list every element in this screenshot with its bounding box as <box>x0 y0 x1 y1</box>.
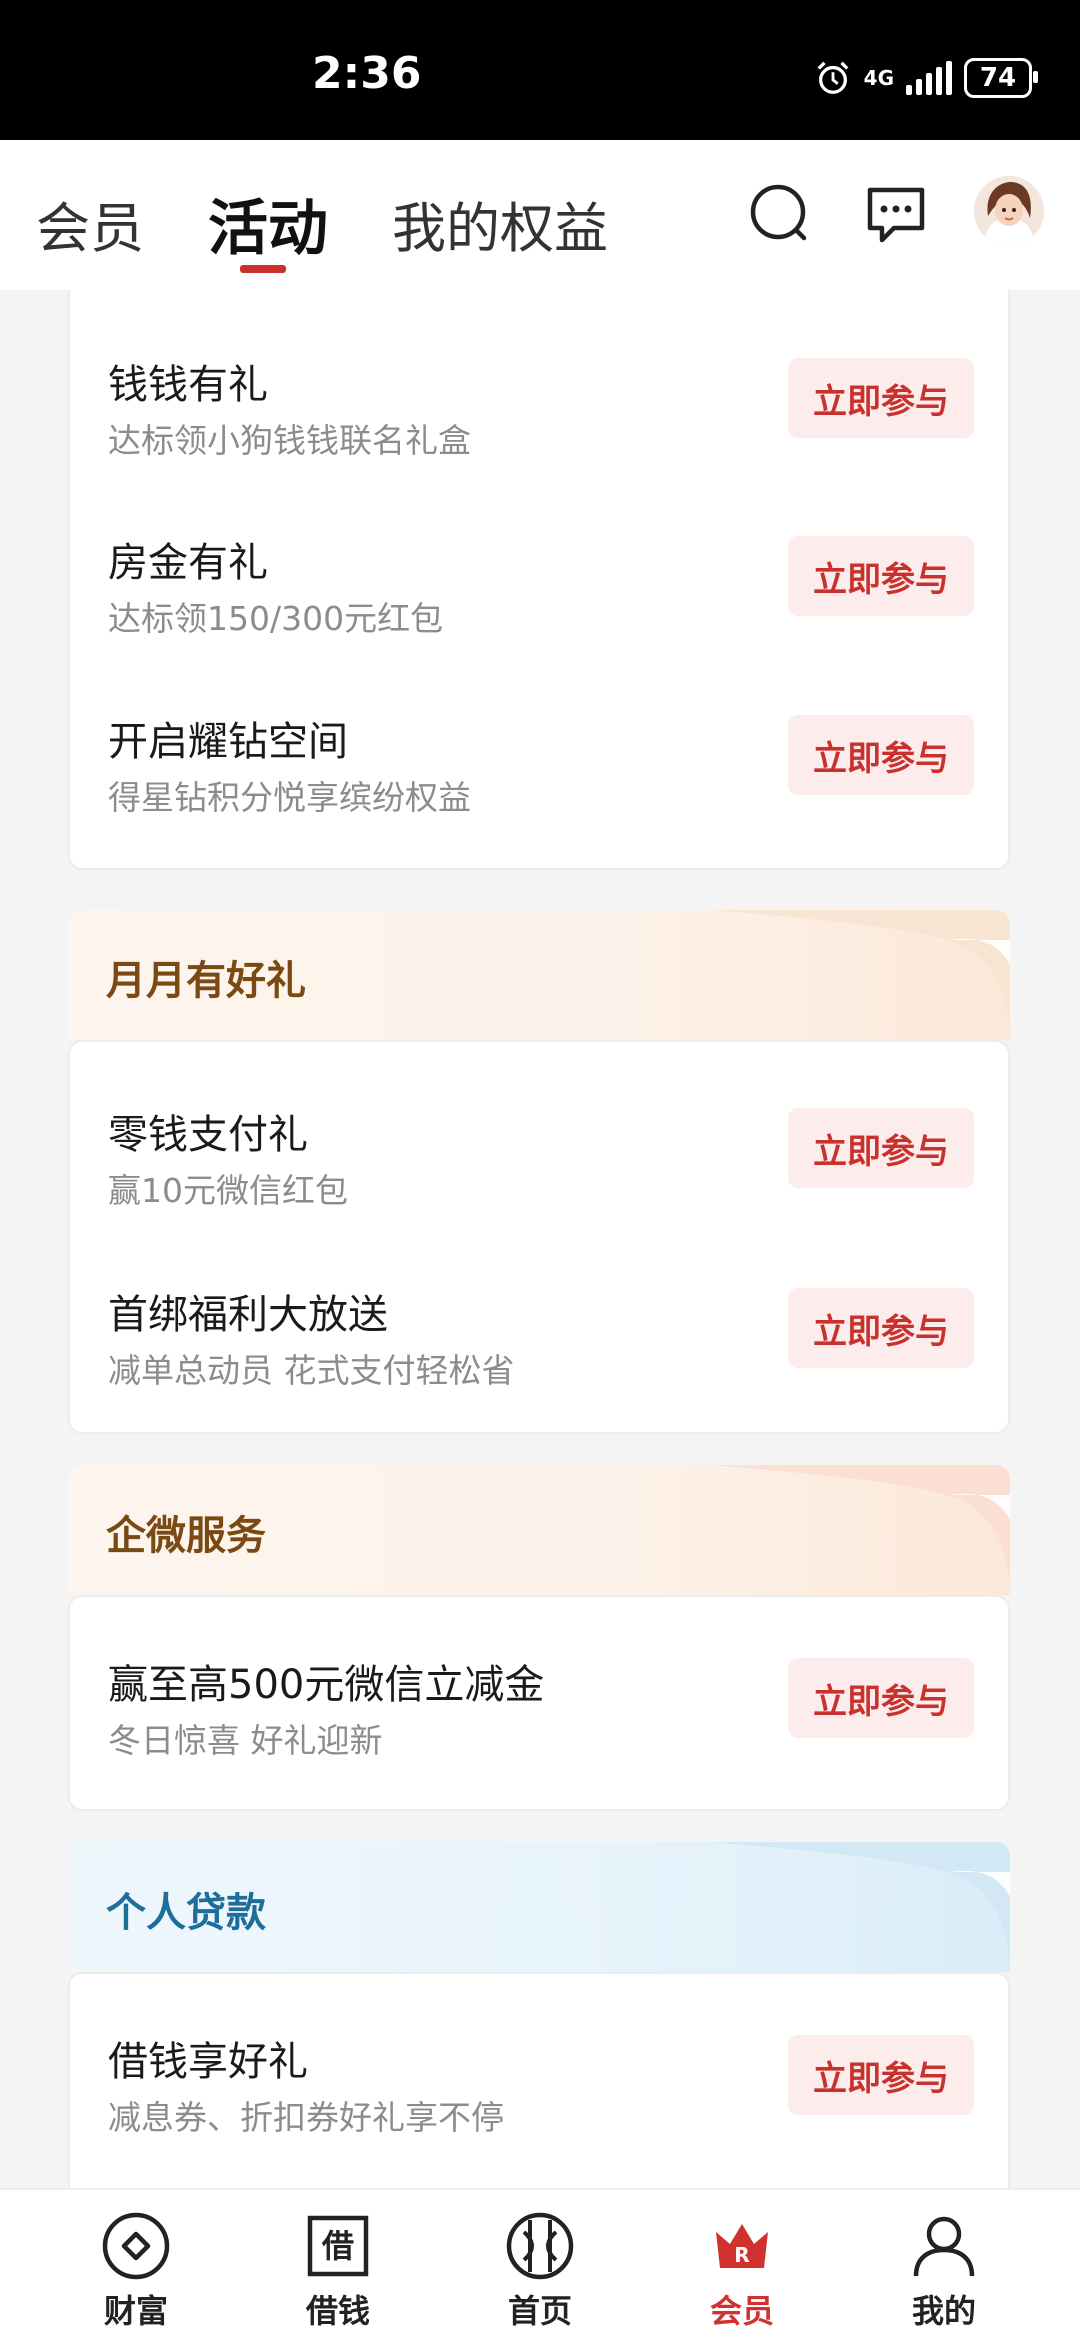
nav-label: 首页 <box>507 2292 572 2330</box>
item-subtitle: 减息券、折扣券好礼享不停 <box>108 2098 504 2137</box>
join-button[interactable]: 立即参与 <box>788 715 974 795</box>
item-subtitle: 赢10元微信红包 <box>108 1171 348 1210</box>
activity-card-top: 钱钱有礼 达标领小狗钱钱联名礼盒 立即参与 房金有礼 达标领150/300元红包… <box>68 290 1010 870</box>
wealth-icon <box>102 2212 170 2280</box>
join-button[interactable]: 立即参与 <box>788 1658 974 1738</box>
join-button[interactable]: 立即参与 <box>788 536 974 616</box>
nav-label: 借钱 <box>305 2292 370 2330</box>
network-type: 4G <box>863 66 894 90</box>
item-subtitle: 冬日惊喜 好礼迎新 <box>108 1721 383 1760</box>
section-header-monthly: 月月有好礼 <box>68 910 1010 1040</box>
activity-card-monthly: 零钱支付礼 赢10元微信红包 立即参与 首绑福利大放送 减单总动员 花式支付轻松… <box>68 1040 1010 1434</box>
tab-my-benefits[interactable]: 我的权益 <box>392 184 608 263</box>
item-subtitle: 达标领小狗钱钱联名礼盒 <box>108 421 471 460</box>
nav-item-home[interactable]: 首页 <box>432 2190 648 2342</box>
join-button[interactable]: 立即参与 <box>788 1108 974 1188</box>
active-tab-indicator <box>240 265 286 273</box>
activity-list[interactable]: 钱钱有礼 达标领小狗钱钱联名礼盒 立即参与 房金有礼 达标领150/300元红包… <box>0 290 1080 2188</box>
nav-item-borrow[interactable]: 借 借钱 <box>230 2190 446 2342</box>
item-title: 赢至高500元微信立减金 <box>108 1662 545 1708</box>
top-header: 会员 活动 我的权益 <box>0 140 1080 290</box>
battery-icon: 74 <box>964 58 1038 98</box>
section-title: 月月有好礼 <box>106 958 306 1004</box>
home-icon <box>506 2212 574 2280</box>
tab-activity[interactable]: 活动 <box>208 180 328 267</box>
activity-card-personal-loan: 借钱享好礼 减息券、折扣券好礼享不停 立即参与 <box>68 1972 1010 2188</box>
item-title: 首绑福利大放送 <box>108 1292 388 1338</box>
nav-item-member[interactable]: R 会员 <box>634 2190 850 2342</box>
join-button[interactable]: 立即参与 <box>788 1288 974 1368</box>
page-curl-decoration <box>710 910 1010 1040</box>
list-item[interactable]: 开启耀钻空间 得星钻积分悦享缤纷权益 立即参与 <box>108 709 974 839</box>
status-icons: 4G 74 <box>814 56 1038 100</box>
battery-level: 74 <box>979 63 1017 93</box>
page-curl-decoration <box>710 1842 1010 1972</box>
list-item[interactable]: 钱钱有礼 达标领小狗钱钱联名礼盒 立即参与 <box>108 352 974 482</box>
tab-member[interactable]: 会员 <box>36 184 144 263</box>
status-time: 2:36 <box>312 48 422 99</box>
list-item[interactable]: 零钱支付礼 赢10元微信红包 立即参与 <box>108 1102 974 1232</box>
list-item[interactable]: 赢至高500元微信立减金 冬日惊喜 好礼迎新 立即参与 <box>108 1652 974 1782</box>
list-item[interactable]: 借钱享好礼 减息券、折扣券好礼享不停 立即参与 <box>108 2029 974 2159</box>
avatar[interactable] <box>974 176 1044 246</box>
search-icon[interactable] <box>748 182 812 246</box>
list-item[interactable]: 首绑福利大放送 减单总动员 花式支付轻松省 立即参与 <box>108 1282 974 1412</box>
list-item[interactable]: 房金有礼 达标领150/300元红包 立即参与 <box>108 530 974 660</box>
page-curl-decoration <box>710 1465 1010 1595</box>
join-button[interactable]: 立即参与 <box>788 358 974 438</box>
bottom-navigation: 财富 借 借钱 首页 R 会员 我的 <box>0 2188 1080 2342</box>
item-title: 借钱享好礼 <box>108 2039 308 2085</box>
item-title: 零钱支付礼 <box>108 1112 308 1158</box>
join-button[interactable]: 立即参与 <box>788 2035 974 2115</box>
section-header-personal-loan: 个人贷款 <box>68 1842 1010 1972</box>
activity-card-wecom: 赢至高500元微信立减金 冬日惊喜 好礼迎新 立即参与 <box>68 1595 1010 1811</box>
item-title: 开启耀钻空间 <box>108 719 348 765</box>
item-title: 房金有礼 <box>108 540 268 586</box>
status-bar: 2:36 4G 74 <box>0 0 1080 140</box>
nav-item-wealth[interactable]: 财富 <box>28 2190 244 2342</box>
signal-icon <box>906 61 952 95</box>
section-title: 个人贷款 <box>106 1890 266 1936</box>
nav-label: 会员 <box>709 2292 774 2330</box>
item-subtitle: 达标领150/300元红包 <box>108 599 444 638</box>
item-title: 钱钱有礼 <box>108 362 268 408</box>
section-title: 企微服务 <box>106 1513 266 1559</box>
nav-item-profile[interactable]: 我的 <box>836 2190 1052 2342</box>
alarm-icon <box>817 61 849 94</box>
nav-label: 我的 <box>911 2292 976 2330</box>
nav-label: 财富 <box>103 2292 168 2330</box>
profile-icon <box>913 2216 975 2277</box>
member-icon: R <box>716 2224 768 2268</box>
borrow-icon: 借 <box>307 2215 369 2277</box>
member-glyph: R <box>734 2243 749 2267</box>
item-subtitle: 得星钻积分悦享缤纷权益 <box>108 778 471 817</box>
user-avatar-icon <box>974 176 1044 246</box>
message-icon[interactable] <box>864 182 928 246</box>
section-header-wecom: 企微服务 <box>68 1465 1010 1595</box>
item-subtitle: 减单总动员 花式支付轻松省 <box>108 1351 515 1390</box>
borrow-glyph: 借 <box>321 2227 354 2265</box>
